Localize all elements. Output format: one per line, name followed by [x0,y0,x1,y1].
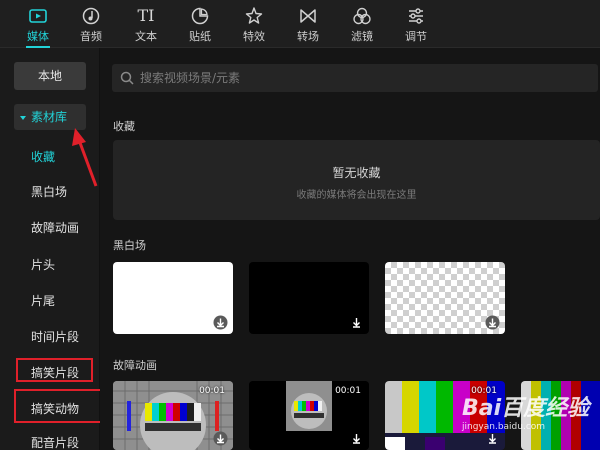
search-input[interactable] [140,64,580,92]
favorites-empty-panel: 暂无收藏 收藏的媒体将会出现在这里 [113,140,600,220]
favorites-empty-subtitle: 收藏的媒体将会出现在这里 [296,190,417,201]
clip-duration: 00:01 [199,386,225,396]
media-thumbnail-glitch-2[interactable]: 00:01 [249,381,369,450]
download-icon [213,431,228,446]
media-thumbnail-white[interactable] [113,262,233,334]
glitch-section-title: 故障动画 [113,359,157,372]
clip-duration: 00:01 [335,386,361,396]
favorites-empty-title: 暂无收藏 [332,166,381,180]
download-icon [485,315,500,330]
download-icon [353,434,360,444]
watermark-brand: Bai百度经验 [462,396,590,421]
black-white-section-title: 黑白场 [113,239,146,252]
search-icon [120,71,134,85]
media-thumbnail-black[interactable] [249,262,369,334]
search-bar[interactable] [112,64,598,92]
download-icon [213,315,228,330]
download-icon [353,318,360,328]
media-thumbnail-transparent[interactable] [385,262,505,334]
media-thumbnail-glitch-1[interactable]: 00:01 [113,381,233,450]
baidu-jingyan-watermark: Bai百度经验 jingyan.baidu.com [462,384,600,450]
favorites-title: 收藏 [113,120,135,133]
watermark-url: jingyan.baidu.com [462,422,546,432]
